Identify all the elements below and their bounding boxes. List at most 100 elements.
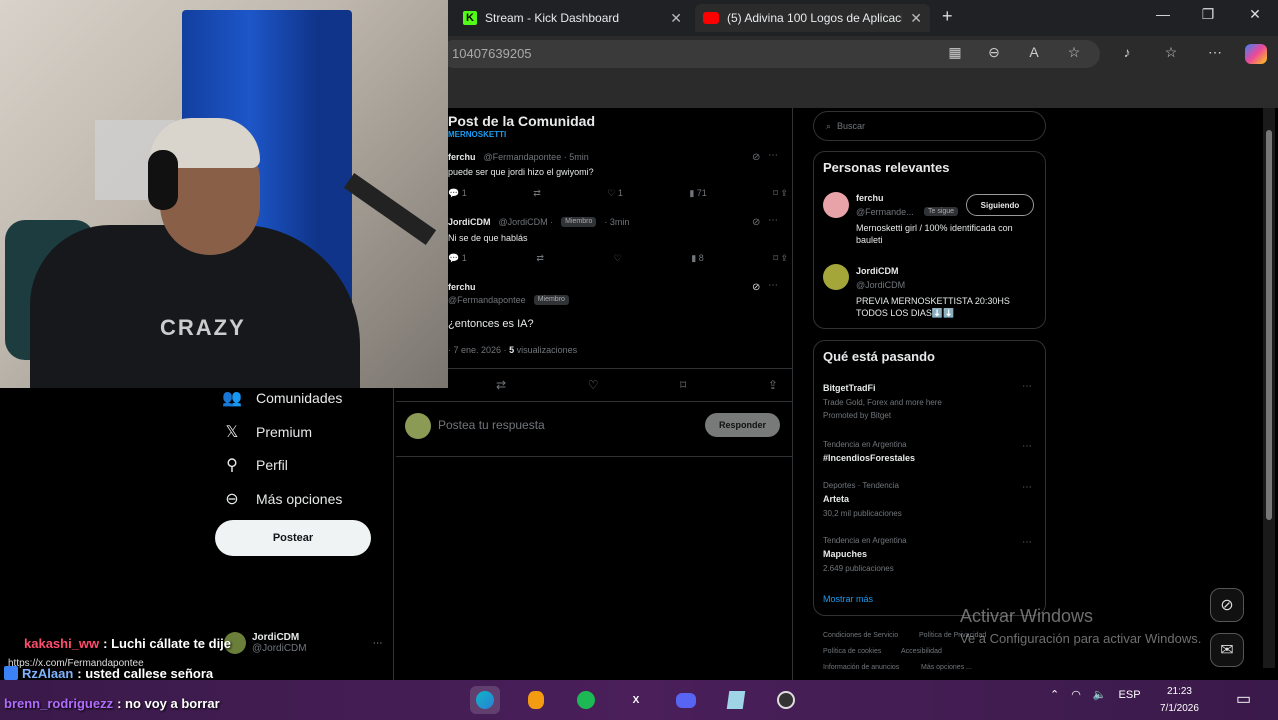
trend-more-icon[interactable]: ⋯: [1022, 482, 1032, 493]
notification-icon[interactable]: ▭: [1236, 689, 1251, 709]
trend-desc: Trade Gold, Forex and more here: [823, 398, 942, 407]
tweet-more-icon[interactable]: ⋯: [768, 215, 778, 226]
grok-icon[interactable]: ⊘: [752, 282, 760, 293]
tweet-more-icon[interactable]: ⋯: [768, 150, 778, 161]
view-count: 71: [696, 188, 707, 198]
tab-youtube[interactable]: (5) Adivina 100 Logos de Aplicaci ✕: [695, 4, 930, 32]
like-icon[interactable]: ♡ 1: [607, 188, 623, 199]
messages-fab-icon[interactable]: ✉: [1210, 633, 1244, 667]
fl-studio-icon[interactable]: [521, 686, 551, 714]
reply-input[interactable]: Postea tu respuesta: [438, 418, 545, 432]
trend-name[interactable]: Arteta: [823, 494, 849, 504]
reply-icon[interactable]: 💬 1: [448, 253, 467, 264]
person-name[interactable]: JordiCDM: [856, 266, 899, 276]
nav-more-options[interactable]: ⊖ Más opciones: [222, 489, 342, 509]
tweet-author[interactable]: JordiCDM: [448, 217, 491, 227]
grok-fab-icon[interactable]: ⊘: [1210, 588, 1244, 622]
like-icon[interactable]: ♡: [588, 378, 599, 392]
close-window-icon[interactable]: ✕: [1235, 6, 1275, 23]
kick-icon: K: [463, 11, 477, 25]
show-more-link[interactable]: Mostrar más: [823, 594, 873, 604]
chat-username[interactable]: brenn_rodriguezz: [4, 696, 113, 711]
trend-name[interactable]: #IncendiosForestales: [823, 453, 915, 463]
obs-icon[interactable]: [771, 686, 801, 714]
avatar[interactable]: [823, 264, 849, 290]
edge-icon[interactable]: [470, 686, 500, 714]
chat-username[interactable]: RzAlaan: [22, 666, 73, 681]
trend-more-icon[interactable]: ⋯: [1022, 441, 1032, 452]
avatar[interactable]: [823, 192, 849, 218]
search-input[interactable]: ⌕ Buscar: [813, 111, 1046, 141]
copilot-icon[interactable]: [1245, 44, 1267, 64]
favorites-icon[interactable]: ☆: [1160, 44, 1182, 64]
retweet-icon[interactable]: ⇄: [496, 378, 506, 392]
account-more-icon[interactable]: ⋯: [373, 638, 383, 649]
tweet-more-icon[interactable]: ⋯: [768, 280, 778, 291]
views-icon[interactable]: ▮ 8: [691, 253, 703, 264]
footer-terms-link[interactable]: Condiciones de Servicio: [823, 632, 898, 639]
tweet-header: ferchu @Fermandapontee · 5min: [448, 152, 589, 162]
community-name[interactable]: MERNOSKETTI: [448, 130, 506, 139]
discord-icon[interactable]: [671, 686, 701, 714]
share-icon[interactable]: ⇪: [768, 378, 778, 392]
nav-communities[interactable]: 👥 Comunidades: [222, 388, 342, 408]
nav-profile[interactable]: ⚲ Perfil: [222, 455, 288, 475]
tab-kick-dashboard[interactable]: K Stream - Kick Dashboard ✕: [455, 4, 690, 32]
nav-label: Comunidades: [256, 390, 343, 406]
reply-button[interactable]: Responder: [705, 413, 780, 437]
apps-icon[interactable]: ▦: [944, 44, 966, 64]
tweet-author[interactable]: ferchu: [448, 152, 476, 162]
trend-name[interactable]: Mapuches: [823, 549, 867, 559]
scrollbar-thumb[interactable]: [1266, 130, 1272, 520]
language-indicator[interactable]: ESP: [1119, 689, 1141, 701]
new-tab-icon[interactable]: +: [942, 6, 953, 27]
trend-more-icon[interactable]: ⋯: [1022, 537, 1032, 548]
nav-label: Más opciones: [256, 491, 343, 507]
notepad-icon[interactable]: [721, 686, 751, 714]
trend-name[interactable]: BitgetTradFi: [823, 383, 876, 393]
minimize-icon[interactable]: —: [1143, 6, 1183, 22]
favorite-star-icon[interactable]: ☆: [1063, 44, 1085, 64]
retweet-icon[interactable]: ⇄: [533, 188, 541, 199]
more-icon[interactable]: ⋯: [1204, 44, 1226, 64]
close-tab-icon[interactable]: ✕: [910, 10, 922, 27]
restore-icon[interactable]: ❐: [1188, 6, 1228, 23]
bookmark-icon[interactable]: ⌑: [680, 378, 686, 392]
tweet-meta: · 7 ene. 2026 · 5 visualizaciones: [448, 345, 577, 355]
clock-date: 7/1/2026: [1160, 703, 1199, 714]
footer-accessibility-link[interactable]: Accesibilidad: [901, 648, 942, 655]
tweet-author[interactable]: ferchu: [448, 282, 476, 292]
member-badge: Miembro: [561, 217, 597, 227]
footer-cookies-link[interactable]: Política de cookies: [823, 648, 881, 655]
xsplit-icon[interactable]: X: [621, 686, 651, 714]
read-aloud-icon[interactable]: A: [1023, 44, 1045, 64]
like-icon[interactable]: ♡: [614, 253, 622, 264]
spotify-icon[interactable]: [571, 686, 601, 714]
bookmark-icon[interactable]: ⌑ ⇪: [773, 188, 788, 199]
bookmark-icon[interactable]: ⌑ ⇪: [773, 253, 788, 264]
nav-premium[interactable]: 𝕏 Premium: [222, 422, 312, 442]
person-name[interactable]: ferchu: [856, 193, 884, 203]
reply-icon[interactable]: 💬 1: [448, 188, 467, 199]
person-bio: Mernosketti girl / 100% identificada con…: [856, 223, 1013, 245]
wifi-icon[interactable]: ◠: [1071, 688, 1081, 701]
volume-icon[interactable]: 🔈: [1093, 688, 1107, 701]
retweet-icon[interactable]: ⇄: [536, 253, 544, 264]
grok-icon[interactable]: ⊘: [752, 152, 760, 163]
views-icon[interactable]: ▮ 71: [689, 188, 706, 199]
chat-username[interactable]: kakashi_ww: [4, 636, 99, 651]
grok-icon[interactable]: ⊘: [752, 217, 760, 228]
trend-more-icon[interactable]: ⋯: [1022, 381, 1032, 392]
following-button[interactable]: Siguiendo: [966, 194, 1034, 216]
close-tab-icon[interactable]: ✕: [670, 10, 682, 27]
person-handle: @Fermande...: [856, 207, 914, 217]
footer-ads-link[interactable]: Información de anuncios: [823, 664, 899, 671]
zoom-icon[interactable]: ⊖: [983, 44, 1005, 64]
extensions-icon[interactable]: ♪: [1116, 44, 1138, 64]
clock[interactable]: 21:23 7/1/2026: [1160, 683, 1199, 717]
post-button[interactable]: Postear: [215, 520, 371, 556]
chevron-up-icon[interactable]: ⌃: [1050, 688, 1059, 701]
trend-count: 30,2 mil publicaciones: [823, 509, 902, 518]
account-switcher[interactable]: JordiCDM @JordiCDM ⋯: [224, 632, 383, 654]
footer-more-link[interactable]: Más opciones ...: [921, 664, 972, 671]
